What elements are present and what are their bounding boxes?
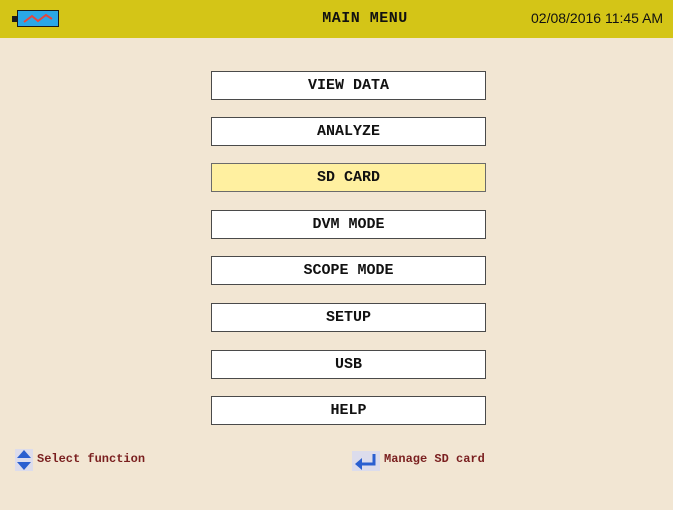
main-menu-screen: MAIN MENU 02/08/2016 11:45 AM VIEW DATA … xyxy=(0,0,673,510)
menu-item-scope-mode[interactable]: SCOPE MODE xyxy=(211,256,486,285)
menu-item-usb[interactable]: USB xyxy=(211,350,486,379)
menu-item-analyze[interactable]: ANALYZE xyxy=(211,117,486,146)
page-title: MAIN MENU xyxy=(322,10,408,27)
battery-charging-icon xyxy=(12,10,60,28)
menu-item-help[interactable]: HELP xyxy=(211,396,486,425)
menu-item-sd-card[interactable]: SD CARD xyxy=(211,163,486,192)
menu-item-setup[interactable]: SETUP xyxy=(211,303,486,332)
select-function-label: Select function xyxy=(37,452,146,466)
enter-return-icon xyxy=(352,451,380,476)
up-down-arrows-icon xyxy=(15,449,33,476)
date-time: 02/08/2016 11:45 AM xyxy=(531,10,664,26)
manage-sd-card-label: Manage SD card xyxy=(384,452,485,466)
header-bar: MAIN MENU 02/08/2016 11:45 AM xyxy=(0,0,673,38)
menu-item-dvm-mode[interactable]: DVM MODE xyxy=(211,210,486,239)
menu-item-view-data[interactable]: VIEW DATA xyxy=(211,71,486,100)
